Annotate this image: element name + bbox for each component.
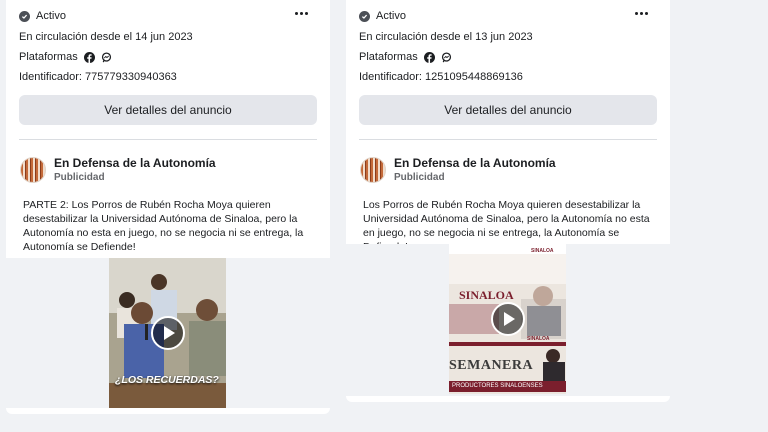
page-name-link[interactable]: En Defensa de la Autonomía	[394, 156, 556, 170]
more-options-icon[interactable]	[295, 12, 308, 15]
play-icon[interactable]	[150, 316, 185, 350]
video-banner-text: SEMANERA	[449, 358, 534, 373]
divider	[359, 139, 657, 140]
divider	[19, 139, 317, 140]
messenger-icon	[101, 51, 112, 63]
messenger-icon	[441, 51, 452, 63]
page-avatar[interactable]	[20, 157, 46, 183]
page-name-link[interactable]: En Defensa de la Autonomía	[54, 156, 216, 170]
more-options-icon[interactable]	[635, 12, 648, 15]
facebook-icon	[83, 51, 95, 63]
ad-card: Activo En circulación desde el 13 jun 20…	[346, 0, 670, 402]
page-avatar[interactable]	[360, 157, 386, 183]
video-title-text: SINALOA	[459, 288, 514, 302]
facebook-icon	[423, 51, 435, 63]
video-caption: ¿LOS RECUERDAS?	[115, 374, 219, 386]
ad-identifier: Identificador: 1251095448869136	[359, 71, 523, 83]
platforms-row: Plataformas	[359, 51, 452, 63]
check-circle-icon	[359, 10, 370, 22]
status-label: Activo	[376, 10, 406, 22]
check-circle-icon	[19, 10, 30, 22]
sponsored-label: Publicidad	[394, 172, 445, 183]
video-strip-text: PRODUCTORES SINALOENSES	[449, 381, 566, 392]
video-logo-text-secondary: SINALOA	[527, 336, 550, 342]
status-row: Activo	[19, 10, 66, 22]
video-thumbnail[interactable]: SINALOA SINALOA SINALOA SEMANERA PRODUCT…	[449, 244, 566, 394]
sponsored-label: Publicidad	[54, 172, 105, 183]
status-label: Activo	[36, 10, 66, 22]
view-ad-details-button[interactable]: Ver detalles del anuncio	[19, 95, 317, 125]
ad-body-text: PARTE 2: Los Porros de Rubén Rocha Moya …	[23, 199, 304, 253]
circulation-date: En circulación desde el 13 jun 2023	[359, 31, 533, 43]
video-thumbnail[interactable]: ¿LOS RECUERDAS?	[109, 258, 226, 408]
video-logo-text: SINALOA	[531, 248, 554, 254]
platforms-label: Plataformas	[19, 51, 78, 63]
status-row: Activo	[359, 10, 406, 22]
view-ad-details-button[interactable]: Ver detalles del anuncio	[359, 95, 657, 125]
play-icon[interactable]	[490, 302, 525, 336]
ad-card: Activo En circulación desde el 14 jun 20…	[6, 0, 330, 414]
circulation-date: En circulación desde el 14 jun 2023	[19, 31, 193, 43]
ad-identifier: Identificador: 775779330940363	[19, 71, 177, 83]
platforms-label: Plataformas	[359, 51, 418, 63]
platforms-row: Plataformas	[19, 51, 112, 63]
